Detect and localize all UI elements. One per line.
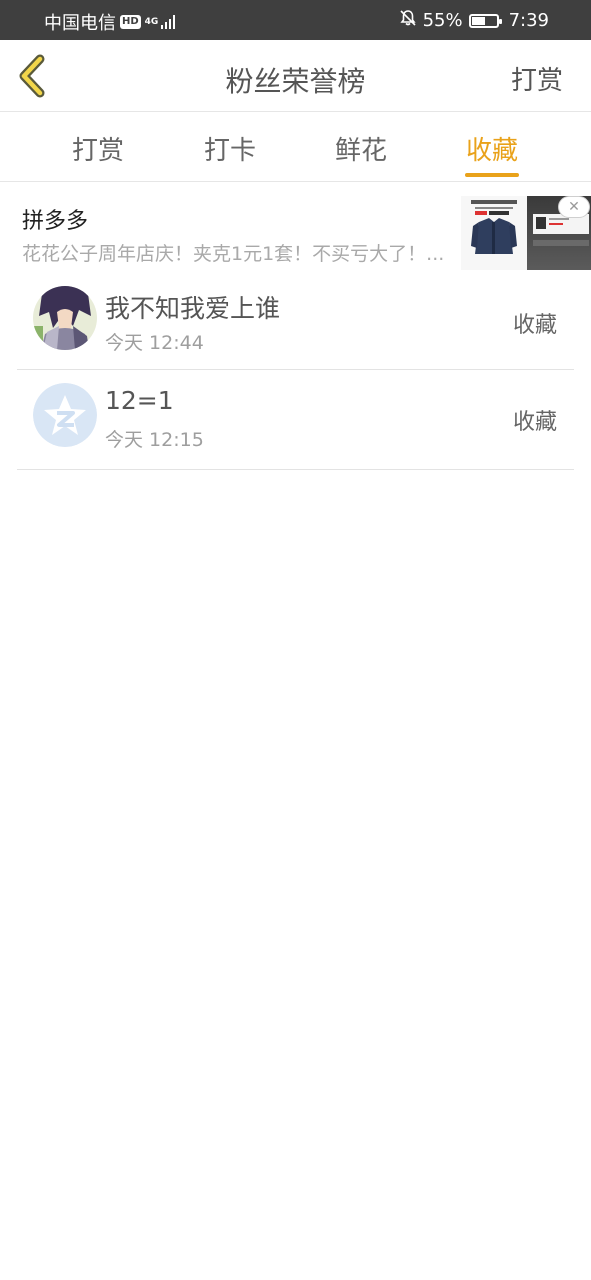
avatar <box>33 286 97 350</box>
tab-favorites[interactable]: 收藏 <box>447 130 537 167</box>
ad-brand: 拼多多 <box>22 209 89 234</box>
carrier-label: 中国电信 <box>44 13 116 34</box>
battery-fill <box>471 16 485 25</box>
ad-banner[interactable]: 拼多多 花花公子周年店庆！夹克1元1套！不买亏大了！... <box>0 183 591 273</box>
hd-badge: HD <box>120 15 141 29</box>
title-bar: 粉丝荣誉榜 打赏 <box>0 40 591 112</box>
clock: 7:39 <box>508 10 549 31</box>
active-tab-indicator <box>465 173 519 177</box>
status-bar: 中国电信 HD 4G 55% 7:39 <box>0 0 591 40</box>
ad-image-product <box>461 196 527 270</box>
close-icon: ✕ <box>568 199 580 215</box>
tab-checkin[interactable]: 打卡 <box>185 130 275 167</box>
mute-bell-icon <box>399 9 417 32</box>
reward-button[interactable]: 打赏 <box>511 60 563 97</box>
tab-bar: 打赏 打卡 鲜花 收藏 <box>0 112 591 182</box>
battery-percent: 55% <box>422 10 463 31</box>
ad-description: 花花公子周年店庆！夹克1元1套！不买亏大了！... <box>22 243 445 265</box>
list-item-time: 今天 12:44 <box>105 332 204 354</box>
signal-icon <box>160 15 175 29</box>
favorites-list: 我不知我爱上谁 今天 12:44 收藏 12=1 今天 12:15 收藏 <box>0 273 591 470</box>
battery-icon <box>468 13 502 28</box>
list-item-name: 我不知我爱上谁 <box>105 294 281 323</box>
tab-flowers[interactable]: 鲜花 <box>316 130 406 167</box>
network-label: 4G <box>144 16 159 27</box>
list-item-action: 收藏 <box>512 313 557 338</box>
page: 中国电信 HD 4G 55% 7:39 粉丝荣誉榜 打赏 打赏 打卡 鲜花 收藏… <box>0 0 591 1280</box>
list-item-time: 今天 12:15 <box>105 429 204 451</box>
page-title: 粉丝荣誉榜 <box>225 65 366 98</box>
status-right: 55% 7:39 <box>399 9 549 32</box>
list-item-action: 收藏 <box>512 410 557 435</box>
list-item-name: 12=1 <box>105 386 174 415</box>
ad-close-button[interactable]: ✕ <box>558 196 590 218</box>
list-item[interactable]: 我不知我爱上谁 今天 12:44 收藏 <box>17 273 574 370</box>
status-left: 中国电信 HD 4G <box>44 9 175 35</box>
list-item[interactable]: 12=1 今天 12:15 收藏 <box>17 370 574 470</box>
tab-reward[interactable]: 打赏 <box>53 130 143 167</box>
avatar <box>33 383 97 447</box>
